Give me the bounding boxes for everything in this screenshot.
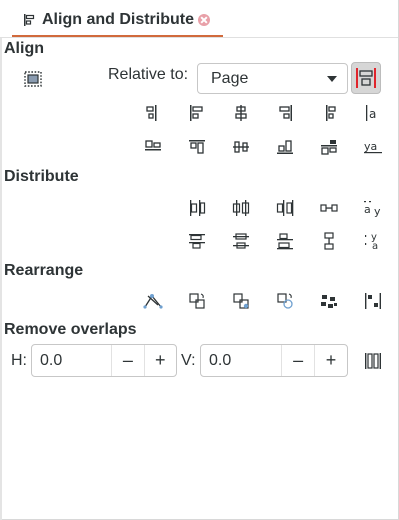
treat-selection-as-group-icon[interactable] <box>22 68 44 90</box>
align-bottom-edges-icon[interactable] <box>274 136 296 158</box>
distribute-baselines-vertical-icon[interactable]: ya <box>362 230 384 252</box>
align-distribute-icon <box>24 14 35 26</box>
distribute-bottom-edges-icon[interactable] <box>274 230 296 252</box>
distribute-heading: Distribute <box>4 168 79 185</box>
remove-overlaps-icon[interactable] <box>362 350 384 372</box>
relative-to-label: Relative to: <box>108 66 189 83</box>
horizontal-gap-input[interactable]: 0.0 <box>32 352 111 370</box>
tab-title: Align and Distribute <box>42 11 194 28</box>
randomize-positions-icon[interactable] <box>318 290 340 312</box>
align-baseline-anchors-icon[interactable]: ya <box>362 136 384 158</box>
horizontal-gap-decrement[interactable]: – <box>111 345 143 376</box>
vertical-gap-decrement[interactable]: – <box>281 345 314 376</box>
svg-text:ya: ya <box>364 140 377 153</box>
relative-to-value: Page <box>211 69 249 87</box>
distribute-centers-vertical-icon[interactable] <box>230 230 252 252</box>
exchange-z-order-icon[interactable] <box>230 290 252 312</box>
align-baseline-text-icon[interactable]: a <box>362 102 384 124</box>
move-selection-as-group-toggle[interactable] <box>351 62 381 94</box>
distribute-gaps-horizontal-icon[interactable] <box>318 197 340 219</box>
horizontal-gap-stepper[interactable]: 0.0 – + <box>31 344 177 377</box>
unclump-icon[interactable] <box>362 290 384 312</box>
align-center-target-icon <box>356 68 376 88</box>
relative-to-select[interactable]: Page <box>197 63 348 94</box>
svg-text:a: a <box>364 203 371 216</box>
align-top-to-bottom-icon[interactable] <box>318 136 340 158</box>
svg-text:a: a <box>372 241 378 251</box>
distribute-left-edges-icon[interactable] <box>186 197 208 219</box>
distribute-centers-horizontal-icon[interactable] <box>230 197 252 219</box>
align-bottom-to-top-icon[interactable] <box>142 136 164 158</box>
align-heading: Align <box>4 40 44 57</box>
center-on-vertical-axis-icon[interactable] <box>230 102 252 124</box>
remove-overlaps-heading: Remove overlaps <box>4 321 137 338</box>
distribute-right-edges-icon[interactable] <box>274 197 296 219</box>
distribute-baselines-horizontal-icon[interactable]: ay <box>362 197 384 219</box>
tab-align-distribute[interactable]: Align and Distribute <box>12 5 223 37</box>
vertical-gap-increment[interactable]: + <box>314 345 347 376</box>
exchange-clockwise-icon[interactable] <box>274 290 296 312</box>
rearrange-heading: Rearrange <box>4 262 84 279</box>
horizontal-gap-label: H: <box>11 352 27 369</box>
svg-text:a: a <box>369 107 376 121</box>
distribute-gaps-vertical-icon[interactable] <box>318 230 340 252</box>
panel-left-edge <box>0 38 2 520</box>
close-icon[interactable] <box>198 14 210 26</box>
vertical-gap-stepper[interactable]: 0.0 – + <box>200 344 348 377</box>
graph-layout-icon[interactable] <box>142 290 164 312</box>
center-on-horizontal-axis-icon[interactable] <box>230 136 252 158</box>
tab-divider <box>0 37 398 38</box>
svg-text:y: y <box>374 205 381 218</box>
horizontal-gap-increment[interactable]: + <box>143 345 176 376</box>
align-right-edges-icon[interactable] <box>274 102 296 124</box>
align-top-edges-icon[interactable] <box>186 136 208 158</box>
vertical-gap-label: V: <box>181 352 196 369</box>
distribute-top-edges-icon[interactable] <box>186 230 208 252</box>
exchange-selection-order-icon[interactable] <box>186 290 208 312</box>
vertical-gap-input[interactable]: 0.0 <box>201 352 281 370</box>
align-left-edges-to-right-icon[interactable] <box>318 102 340 124</box>
align-left-edges-icon[interactable] <box>186 102 208 124</box>
chevron-down-icon <box>327 75 337 82</box>
align-right-edges-to-left-icon[interactable] <box>142 102 164 124</box>
